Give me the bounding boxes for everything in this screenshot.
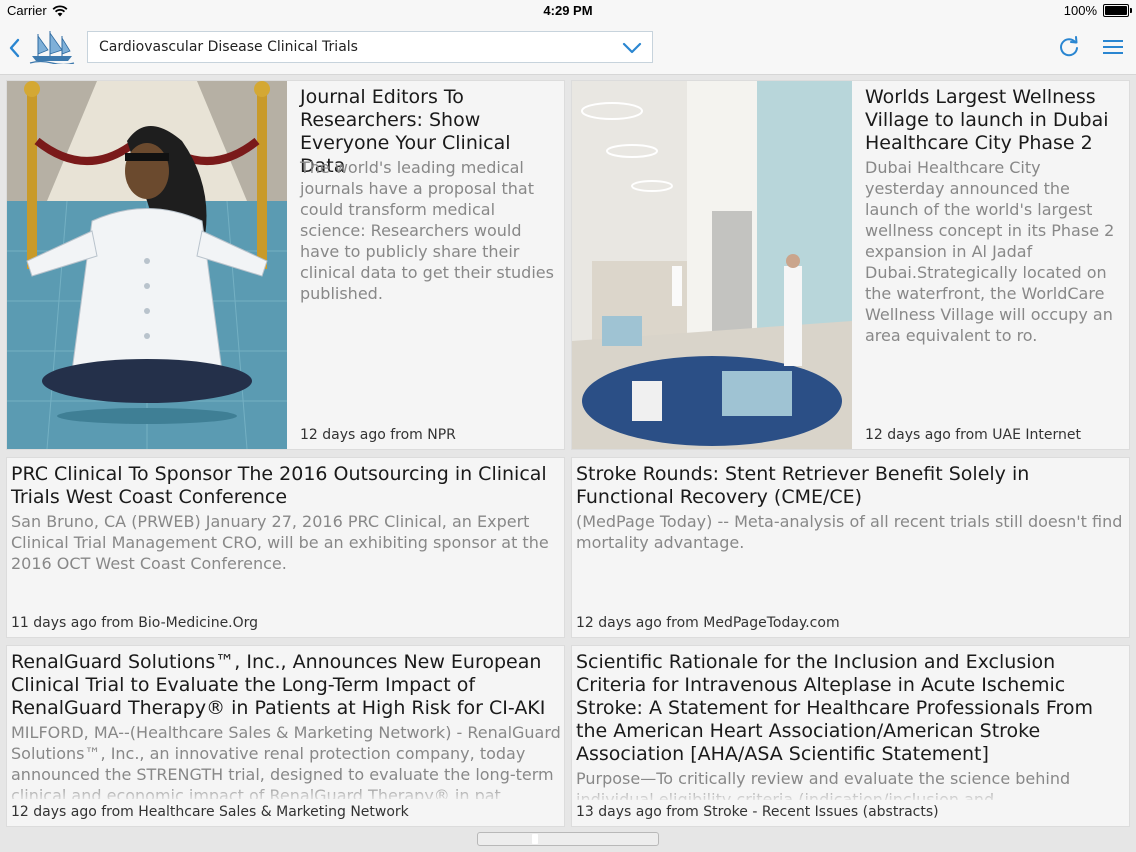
article-title[interactable]: PRC Clinical To Sponsor The 2016 Outsour… — [11, 463, 562, 509]
page-scroll-indicator[interactable] — [477, 832, 659, 846]
article-meta: 12 days ago from MedPageToday.com — [576, 615, 840, 631]
page-indicator-thumb[interactable] — [532, 834, 538, 844]
article-card[interactable]: Stroke Rounds: Stent Retriever Benefit S… — [571, 457, 1130, 638]
chevron-down-icon — [622, 42, 642, 54]
snippet-fade — [7, 784, 564, 804]
article-meta: 12 days ago from UAE Internet — [865, 427, 1081, 443]
menu-icon[interactable] — [1102, 38, 1124, 56]
article-meta: 11 days ago from Bio-Medicine.Org — [11, 615, 259, 631]
article-snippet: The world's leading medical journals hav… — [300, 158, 554, 303]
article-meta: 12 days ago from Healthcare Sales & Mark… — [11, 804, 409, 820]
article-meta: 12 days ago from NPR — [300, 427, 456, 443]
article-title[interactable]: Scientific Rationale for the Inclusion a… — [576, 651, 1127, 766]
wellness-lobby-photo — [572, 81, 852, 449]
scientist-illustration — [7, 81, 287, 449]
topic-dropdown-label: Cardiovascular Disease Clinical Trials — [99, 39, 358, 55]
article-card[interactable]: Worlds Largest Wellness Village to launc… — [571, 80, 1130, 450]
article-title[interactable]: Worlds Largest Wellness Village to launc… — [865, 86, 1125, 155]
battery-percent: 100% — [1063, 3, 1097, 18]
refresh-icon[interactable] — [1058, 36, 1080, 58]
clock: 4:29 PM — [543, 3, 593, 18]
topic-dropdown[interactable]: Cardiovascular Disease Clinical Trials — [87, 31, 653, 63]
article-title[interactable]: RenalGuard Solutions™, Inc., Announces N… — [11, 651, 562, 720]
article-card[interactable]: Journal Editors To Researchers: Show Eve… — [6, 80, 565, 450]
article-snippet: (MedPage Today) -- Meta-analysis of all … — [576, 512, 1123, 552]
battery-level — [1105, 6, 1127, 15]
article-title[interactable]: Stroke Rounds: Stent Retriever Benefit S… — [576, 463, 1127, 509]
article-card[interactable]: RenalGuard Solutions™, Inc., Announces N… — [6, 645, 565, 827]
article-card[interactable]: Scientific Rationale for the Inclusion a… — [571, 645, 1130, 827]
article-snippet: Dubai Healthcare City yesterday announce… — [865, 158, 1115, 345]
battery-icon — [1103, 4, 1132, 17]
nav-bar: Cardiovascular Disease Clinical Trials — [0, 22, 1136, 75]
article-card[interactable]: PRC Clinical To Sponsor The 2016 Outsour… — [6, 457, 565, 638]
back-chevron-icon[interactable] — [6, 36, 24, 60]
snippet-fade — [572, 784, 1129, 804]
article-meta: 13 days ago from Stroke - Recent Issues … — [576, 804, 939, 820]
status-right: 100% — [1063, 3, 1132, 18]
status-bar: Carrier 4:29 PM 100% — [0, 0, 1136, 22]
article-snippet: San Bruno, CA (PRWEB) January 27, 2016 P… — [11, 512, 549, 573]
ship-logo-icon[interactable] — [28, 30, 76, 64]
